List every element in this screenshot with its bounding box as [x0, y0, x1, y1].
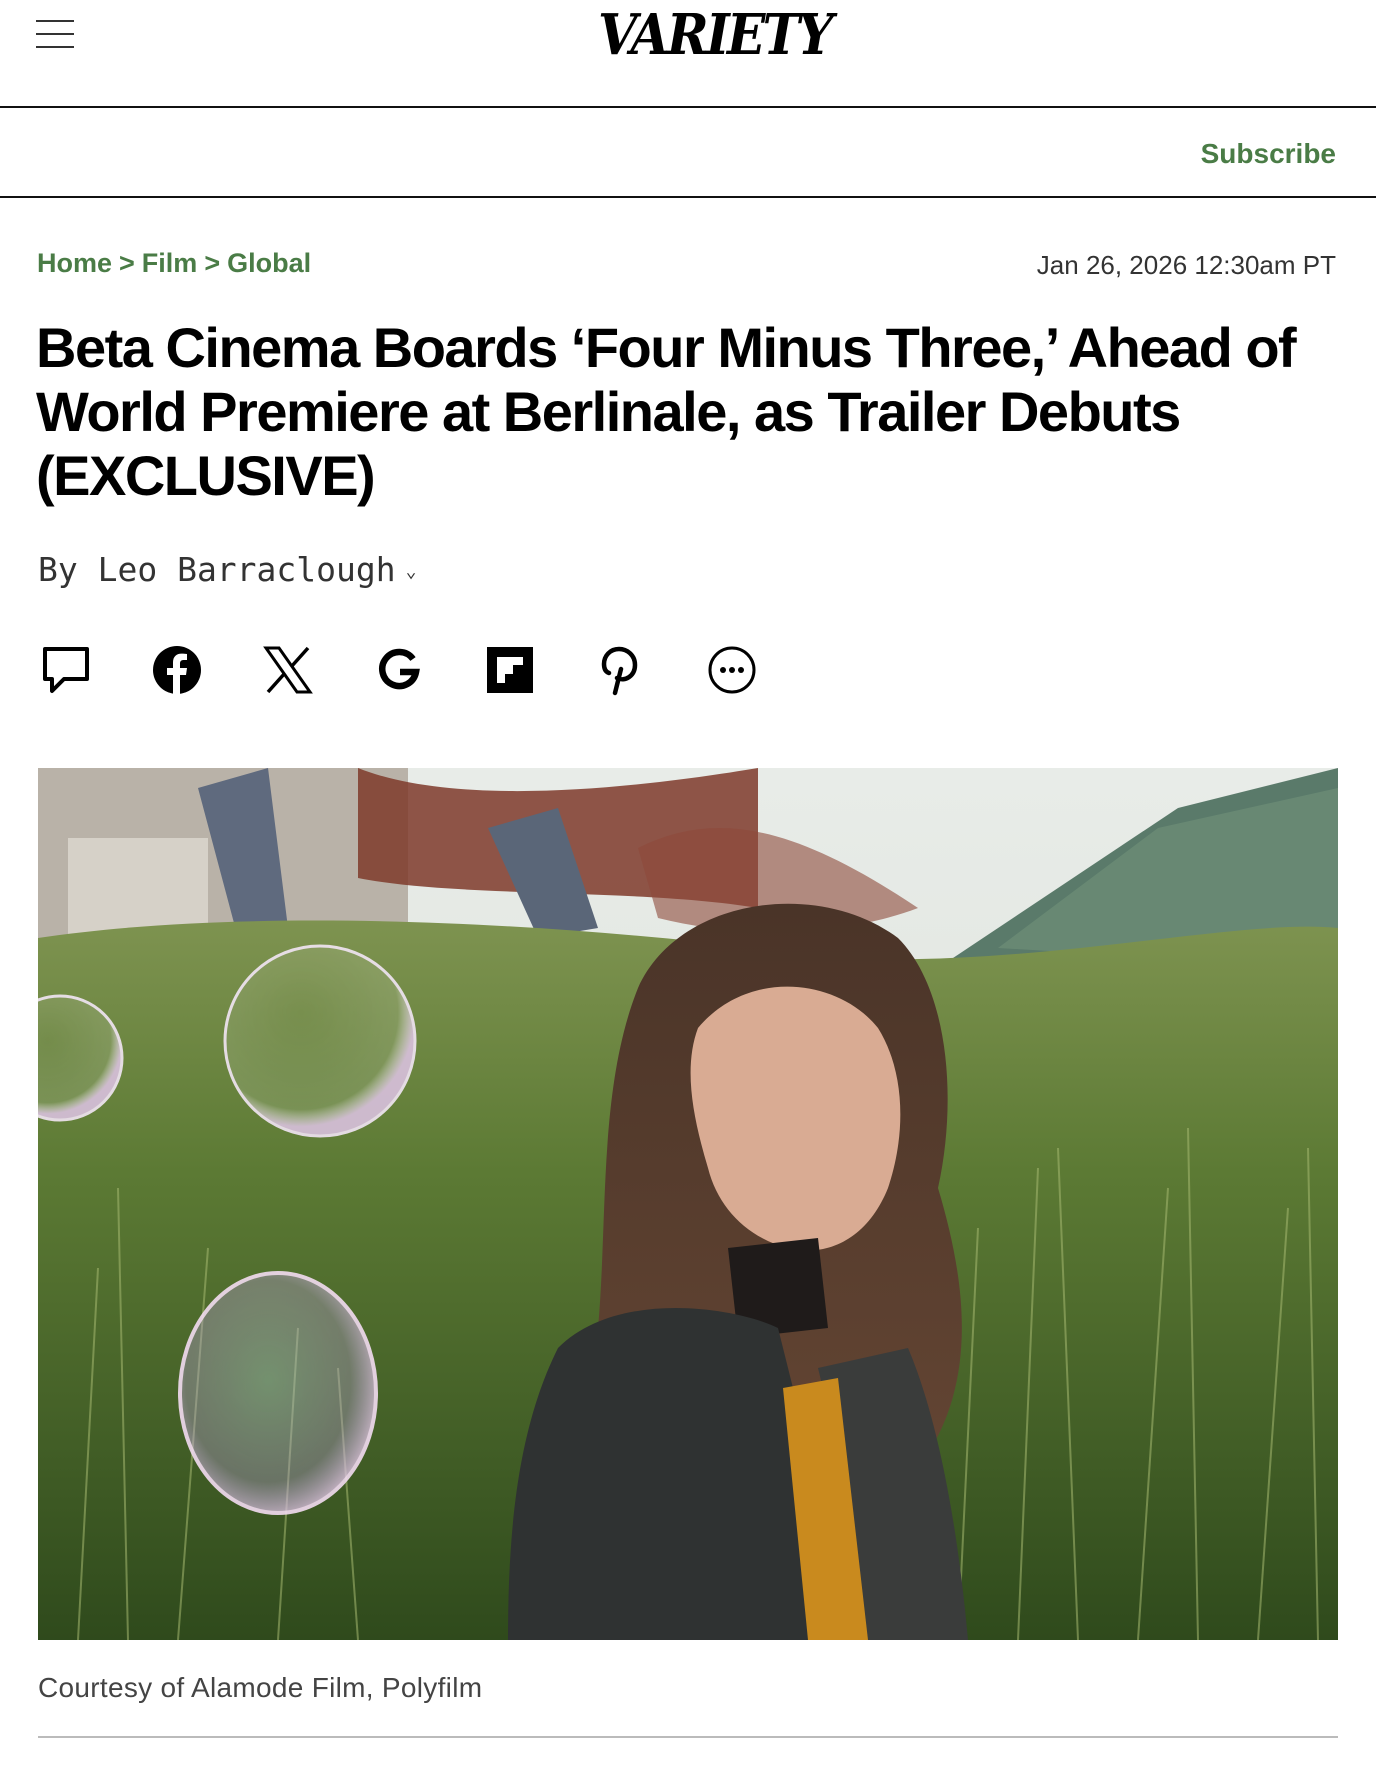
variety-logo[interactable]: VARIETY: [598, 2, 833, 68]
subscribe-link[interactable]: Subscribe: [1201, 138, 1336, 170]
sub-bar: Subscribe: [0, 108, 1376, 198]
breadcrumb-separator: >: [119, 248, 135, 278]
breadcrumb-film[interactable]: Film: [142, 248, 198, 278]
breadcrumb: Home > Film > Global: [37, 248, 311, 279]
divider: [38, 1736, 1338, 1738]
hero-image: [38, 768, 1338, 1640]
pinterest-icon[interactable]: [591, 640, 651, 700]
hamburger-menu-icon[interactable]: [36, 18, 76, 52]
x-twitter-icon[interactable]: [258, 640, 318, 700]
flipboard-icon[interactable]: [480, 640, 540, 700]
publish-date: Jan 26, 2026 12:30am PT: [1036, 250, 1336, 280]
image-caption: Courtesy of Alamode Film, Polyfilm: [38, 1672, 483, 1703]
article-headline: Beta Cinema Boards ‘Four Minus Three,’ A…: [36, 316, 1297, 507]
google-icon[interactable]: [369, 640, 429, 700]
breadcrumb-separator: >: [204, 248, 221, 278]
chevron-down-icon: ⌄: [405, 561, 417, 582]
more-options-icon[interactable]: [702, 640, 762, 700]
byline-text: By Leo Barraclough: [38, 550, 396, 589]
author-byline[interactable]: By Leo Barraclough ⌄: [38, 550, 416, 589]
top-bar: VARIETY: [0, 0, 1376, 108]
breadcrumb-global[interactable]: Global: [227, 248, 311, 278]
breadcrumb-home[interactable]: Home: [37, 248, 112, 278]
facebook-icon[interactable]: [147, 640, 207, 700]
comment-icon[interactable]: [36, 640, 96, 700]
share-bar: [36, 640, 813, 700]
